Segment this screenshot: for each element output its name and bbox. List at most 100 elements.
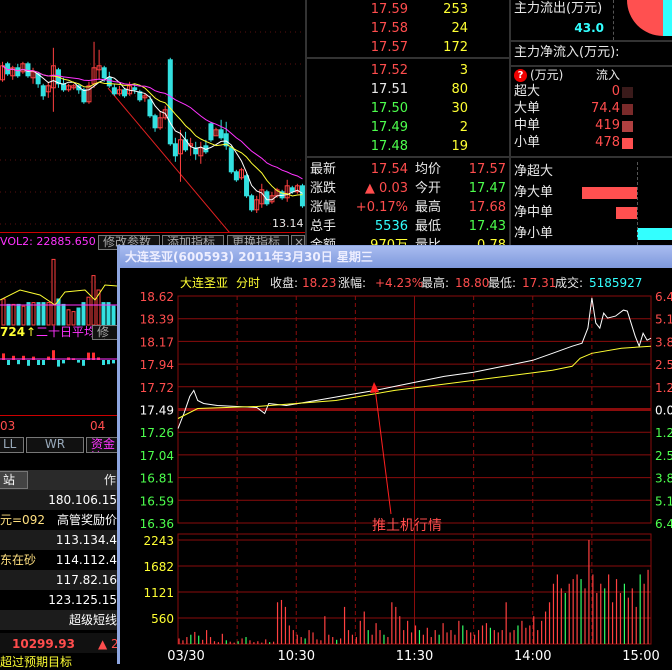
flow-color-swatch bbox=[622, 121, 633, 132]
net-flow-label: 净中单 bbox=[514, 205, 554, 220]
flow-value: 0 bbox=[611, 84, 620, 99]
list-header-text: 作 bbox=[104, 473, 117, 487]
stat-label: 今开 bbox=[415, 181, 442, 196]
station-button[interactable]: 站 bbox=[0, 471, 28, 489]
macd-bar bbox=[7, 360, 10, 365]
pct-tick-label: 0.00 bbox=[655, 404, 672, 418]
pct-tick-label: 5.17 bbox=[655, 494, 672, 508]
candle-body bbox=[15, 67, 21, 77]
macd-bar bbox=[42, 360, 45, 365]
list-item-text: 113.134.4 bbox=[55, 533, 117, 547]
ask-volume: 253 bbox=[443, 2, 468, 17]
list-item[interactable]: 元=092 高管奖励价 bbox=[0, 510, 117, 530]
stat-value: 17.43 bbox=[468, 219, 506, 234]
annotation-arrow-line bbox=[374, 387, 392, 515]
sub-value: 724 bbox=[0, 325, 26, 339]
net-inflow-bar bbox=[582, 186, 637, 199]
list-item[interactable]: 117.82.16 bbox=[0, 570, 117, 590]
outflow-value: 43.0 bbox=[574, 21, 604, 35]
stat-value: +0.17% bbox=[355, 200, 408, 215]
candlestick-chart[interactable] bbox=[0, 0, 305, 232]
ma20-label: 二十日平均 bbox=[36, 325, 97, 339]
volume-bar bbox=[6, 303, 11, 326]
flow-label: 小单 bbox=[514, 135, 541, 150]
candle-body bbox=[167, 59, 173, 145]
volume-bar bbox=[81, 302, 86, 326]
volume-tick-label: 1682 bbox=[143, 560, 174, 574]
ma20-line bbox=[2, 65, 303, 180]
bid-price: 17.48 bbox=[370, 139, 408, 154]
news-footer[interactable]: 超过预期目标 bbox=[0, 654, 72, 670]
list-item[interactable]: 超级短线 bbox=[0, 610, 117, 630]
volume-bar bbox=[46, 302, 51, 326]
list-item-text: 114.112.4 bbox=[55, 553, 117, 567]
help-icon[interactable]: ? bbox=[514, 69, 527, 82]
bid-volume: 2 bbox=[459, 120, 468, 135]
volume-bar bbox=[76, 307, 81, 326]
stat-value: 5536 bbox=[374, 219, 408, 234]
date-label: 03 bbox=[0, 419, 16, 433]
volume-bar bbox=[71, 311, 76, 326]
macd-bar bbox=[62, 360, 65, 364]
index-value: 10299.93 bbox=[12, 637, 76, 651]
bid-volume: 19 bbox=[451, 139, 468, 154]
ask-volume: 24 bbox=[451, 21, 468, 36]
y-tick-label: 17.04 bbox=[140, 449, 174, 463]
volume-tick-label: 560 bbox=[151, 612, 174, 626]
x-tick-label: 14:00 bbox=[514, 649, 551, 664]
macd-bar bbox=[102, 360, 105, 365]
bid-price: 17.51 bbox=[370, 82, 408, 97]
stat-label: 最新 bbox=[310, 162, 337, 177]
list-item-text: 高管奖励价 bbox=[56, 513, 117, 527]
intraday-chart[interactable]: 18.62 6.46 18.39 5.17 18.17 3.88 17.94 2.58 17.7… bbox=[120, 246, 672, 665]
index-change: ▲ 2 bbox=[98, 637, 119, 651]
flow-label: 中单 bbox=[514, 118, 541, 133]
y-tick-label: 17.26 bbox=[140, 426, 174, 440]
fund-flow-pie bbox=[627, 0, 672, 36]
intraday-popup[interactable]: 大连圣亚(600593) 2011年3月30日 星期三 大连圣亚 分时 收盘: … bbox=[117, 245, 672, 664]
candle-body bbox=[152, 115, 158, 129]
candle-body bbox=[299, 185, 305, 207]
volume-bar bbox=[56, 298, 61, 326]
volume-tick-label: 2243 bbox=[143, 534, 174, 548]
list-item-text: 123.125.15 bbox=[48, 593, 117, 607]
volume-bar bbox=[41, 302, 46, 326]
ask-price: 17.57 bbox=[370, 40, 408, 55]
low-price-label: 13.14 bbox=[272, 217, 304, 230]
volume-bar bbox=[86, 296, 91, 326]
volume-bar bbox=[101, 302, 106, 326]
list-item[interactable]: 180.106.15 bbox=[0, 490, 117, 510]
net-inflow-label: 主力净流入(万元): bbox=[514, 45, 620, 60]
y-tick-label: 18.62 bbox=[140, 290, 174, 304]
list-item[interactable]: 123.125.15 bbox=[0, 590, 117, 610]
volume-bar bbox=[111, 305, 116, 326]
candle-body bbox=[40, 85, 46, 97]
inflow-col-label: 流入 bbox=[596, 68, 621, 82]
flow-label: 大单 bbox=[514, 101, 541, 116]
volume-bar bbox=[31, 302, 36, 326]
volume-bar bbox=[106, 302, 111, 326]
volume-bar bbox=[1, 298, 6, 326]
candle-body bbox=[106, 77, 112, 87]
volume-bar bbox=[11, 303, 16, 326]
candle-body bbox=[244, 175, 250, 197]
bid-price: 17.52 bbox=[370, 63, 408, 78]
bid-volume: 80 bbox=[451, 82, 468, 97]
list-item[interactable]: 东在砂 114.112.4 bbox=[0, 550, 117, 570]
stat-value: 17.54 bbox=[370, 162, 408, 177]
candle-body bbox=[249, 195, 255, 211]
flow-value: 478 bbox=[595, 135, 620, 150]
bid-volume: 3 bbox=[459, 63, 468, 78]
stat-label: 涨幅 bbox=[310, 200, 337, 215]
flow-color-swatch bbox=[622, 104, 633, 115]
pct-tick-label: 6.46 bbox=[655, 290, 672, 304]
candle-body bbox=[233, 171, 239, 181]
tab-wr[interactable]: WR bbox=[26, 437, 84, 453]
candle-body bbox=[111, 87, 117, 95]
vol2-label: VOL2: 22885.650 bbox=[0, 235, 96, 248]
pct-tick-label: 3.88 bbox=[655, 335, 672, 349]
tab-ll[interactable]: LL bbox=[0, 437, 24, 453]
net-flow-label: 净小单 bbox=[514, 225, 554, 241]
net-inflow-bar bbox=[616, 207, 637, 219]
list-item[interactable]: 113.134.4 bbox=[0, 530, 117, 550]
